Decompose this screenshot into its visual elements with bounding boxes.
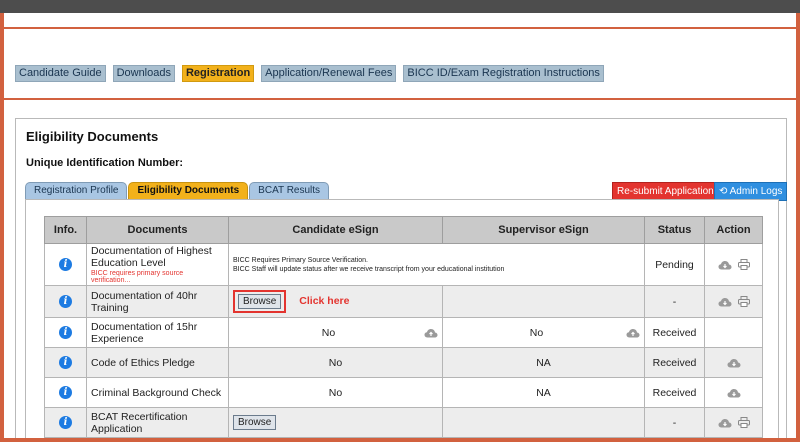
esign-note-cell: BICC Requires Primary Source Verificatio… bbox=[228, 243, 645, 286]
top-nav: Candidate Guide Downloads Registration A… bbox=[15, 65, 611, 82]
table-row: i BCAT Recertification Application Brows… bbox=[44, 407, 763, 438]
print-icon[interactable] bbox=[737, 296, 750, 307]
document-name: Documentation of 40hr Training bbox=[86, 285, 229, 318]
action-cell bbox=[704, 377, 763, 408]
candidate-esign-value: No bbox=[228, 377, 443, 408]
print-icon[interactable] bbox=[737, 259, 750, 270]
header-status: Status bbox=[644, 216, 705, 244]
table-row: i Code of Ethics Pledge No NA Received bbox=[44, 347, 763, 378]
tab-downloads[interactable]: Downloads bbox=[112, 65, 175, 82]
print-icon[interactable] bbox=[737, 417, 750, 428]
cloud-download-icon[interactable] bbox=[718, 297, 732, 307]
info-icon[interactable]: i bbox=[59, 416, 72, 429]
action-cell bbox=[704, 317, 763, 348]
tab-registration[interactable]: Registration bbox=[181, 65, 255, 82]
action-cell bbox=[704, 243, 763, 286]
tab-candidate-guide[interactable]: Candidate Guide bbox=[15, 65, 106, 82]
status-cell: Received bbox=[644, 317, 705, 348]
header-info: Info. bbox=[44, 216, 87, 244]
document-name: Code of Ethics Pledge bbox=[86, 347, 229, 378]
verification-warning: BICC requires primary source verificatio… bbox=[91, 270, 184, 284]
header-candidate-esign: Candidate eSign bbox=[228, 216, 443, 244]
info-icon[interactable]: i bbox=[59, 258, 72, 271]
esign-note-line-2: BICC Staff will update status after we r… bbox=[233, 265, 505, 273]
document-name: Criminal Background Check bbox=[86, 377, 229, 408]
status-cell: - bbox=[644, 407, 705, 438]
action-cell bbox=[704, 285, 763, 318]
cloud-download-icon[interactable] bbox=[718, 260, 732, 270]
uid-label: Unique Identification Number: bbox=[26, 157, 184, 169]
info-cell: i bbox=[44, 317, 87, 348]
cloud-download-icon[interactable] bbox=[727, 358, 741, 368]
eligibility-panel: Eligibility Documents Unique Identificat… bbox=[15, 118, 788, 438]
supervisor-esign-cell bbox=[442, 285, 645, 318]
document-name: Documentation of 15hr Experience bbox=[86, 317, 229, 348]
browse-button[interactable]: Browse bbox=[233, 415, 277, 430]
tab-application-renewal-fees[interactable]: Application/Renewal Fees bbox=[261, 65, 397, 82]
admin-logs-label: Admin Logs bbox=[729, 186, 783, 197]
action-cell bbox=[704, 407, 763, 438]
info-cell: i bbox=[44, 347, 87, 378]
table-row: i Criminal Background Check No NA Receiv… bbox=[44, 377, 763, 408]
cloud-download-icon[interactable] bbox=[718, 418, 732, 428]
browse-highlight: Browse bbox=[233, 290, 287, 313]
status-cell: Received bbox=[644, 347, 705, 378]
subtab-registration-profile[interactable]: Registration Profile bbox=[25, 182, 128, 199]
supervisor-esign-value: NA bbox=[442, 377, 645, 408]
info-cell: i bbox=[44, 377, 87, 408]
status-cell: Pending bbox=[644, 243, 705, 286]
supervisor-esign-value: No bbox=[529, 326, 544, 339]
page-frame: Candidate Guide Downloads Registration A… bbox=[4, 13, 796, 438]
documents-table: Info. Documents Candidate eSign Supervis… bbox=[44, 216, 763, 438]
table-row: i Documentation of Highest Education Lev… bbox=[44, 243, 763, 286]
candidate-esign-cell: Browse Click here bbox=[228, 285, 443, 318]
candidate-esign-cell: No bbox=[228, 317, 443, 348]
candidate-esign-cell: Browse bbox=[228, 407, 443, 438]
action-cell bbox=[704, 347, 763, 378]
top-bar bbox=[0, 0, 800, 13]
table-row: i Documentation of 40hr Training Browse … bbox=[44, 285, 763, 318]
header-supervisor-esign: Supervisor eSign bbox=[442, 216, 645, 244]
esign-note-line-1: BICC Requires Primary Source Verificatio… bbox=[233, 256, 368, 264]
cloud-upload-icon[interactable] bbox=[626, 328, 640, 338]
browse-button[interactable]: Browse bbox=[238, 294, 282, 309]
candidate-esign-value: No bbox=[321, 326, 336, 339]
frame-divider-top bbox=[4, 27, 796, 29]
status-cell: Received bbox=[644, 377, 705, 408]
cloud-download-icon[interactable] bbox=[727, 388, 741, 398]
document-cell: Documentation of Highest Education Level… bbox=[86, 243, 229, 286]
supervisor-esign-cell: No bbox=[442, 317, 645, 348]
info-icon[interactable]: i bbox=[59, 295, 72, 308]
status-cell: - bbox=[644, 285, 705, 318]
info-icon[interactable]: i bbox=[59, 326, 72, 339]
info-cell: i bbox=[44, 285, 87, 318]
info-icon[interactable]: i bbox=[59, 386, 72, 399]
tab-bicc-id-exam-instructions[interactable]: BICC ID/Exam Registration Instructions bbox=[403, 65, 604, 82]
sub-tabs: Registration Profile Eligibility Documen… bbox=[25, 182, 330, 199]
cloud-upload-icon[interactable] bbox=[424, 328, 438, 338]
click-here-callout: Click here bbox=[299, 295, 350, 307]
header-action: Action bbox=[704, 216, 763, 244]
subtab-eligibility-documents[interactable]: Eligibility Documents bbox=[128, 182, 249, 199]
candidate-esign-value: No bbox=[228, 347, 443, 378]
subtab-bcat-results[interactable]: BCAT Results bbox=[249, 182, 330, 199]
info-cell: i bbox=[44, 407, 87, 438]
info-cell: i bbox=[44, 243, 87, 286]
section-divider bbox=[4, 98, 796, 100]
document-name: Documentation of Highest Education Level bbox=[91, 245, 212, 269]
panel-title: Eligibility Documents bbox=[26, 129, 159, 144]
header-documents: Documents bbox=[86, 216, 229, 244]
table-header-row: Info. Documents Candidate eSign Supervis… bbox=[44, 216, 763, 244]
info-icon[interactable]: i bbox=[59, 356, 72, 369]
history-icon: ⟲ bbox=[719, 186, 728, 197]
document-name: BCAT Recertification Application bbox=[86, 407, 229, 438]
table-row: i Documentation of 15hr Experience No No bbox=[44, 317, 763, 348]
supervisor-esign-cell bbox=[442, 407, 645, 438]
supervisor-esign-value: NA bbox=[442, 347, 645, 378]
